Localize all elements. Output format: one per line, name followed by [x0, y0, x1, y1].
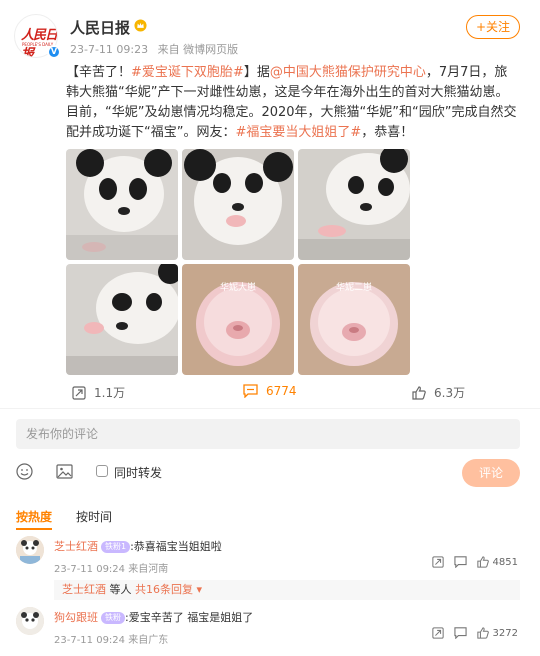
commenter-avatar[interactable] [16, 536, 44, 564]
post-text-part: ，恭喜！ [361, 125, 414, 140]
reply-summary[interactable]: 芝士红酒 等人 共16条回复 ▾ [54, 580, 520, 600]
comment-text: :恭喜福宝当姐姐啦 [130, 540, 222, 553]
comment-location: 来自广东 [128, 635, 169, 646]
hashtag-link[interactable]: #福宝要当大姐姐了# [235, 125, 361, 140]
sort-tabs: 按热度 按时间 [16, 508, 136, 530]
fan-badge: 铁粉1 [101, 541, 131, 553]
divider [0, 408, 540, 416]
commenter-name[interactable]: 芝士红酒 [54, 540, 98, 553]
forward-icon[interactable] [431, 556, 444, 568]
chevron-down-icon: ▾ [193, 583, 203, 596]
more-replies-link[interactable]: 共16条回复 [135, 583, 193, 596]
panda-photo-2[interactable] [182, 149, 294, 260]
thumbs-up-icon[interactable] [476, 556, 489, 568]
forward-checkbox-label: 同时转发 [114, 466, 163, 480]
active-tab-indicator [16, 528, 52, 530]
panda-photo-1[interactable] [66, 149, 178, 260]
comment-button[interactable]: 6774 [243, 384, 297, 398]
verified-icon: V [47, 45, 61, 59]
comment-icon [243, 384, 258, 398]
forward-button[interactable]: 1.1万 [72, 384, 125, 401]
tab-sort-time[interactable]: 按时间 [76, 510, 112, 524]
crown-icon [134, 19, 147, 32]
forward-count: 1.1万 [94, 386, 126, 400]
thumbs-up-icon [412, 385, 426, 400]
comment-location: 来自河南 [128, 564, 169, 575]
mention-link[interactable]: @中国大熊猫保护研究中心 [270, 65, 426, 80]
like-count: 6.3万 [434, 386, 466, 400]
comment-input[interactable]: 发布你的评论 [16, 419, 520, 449]
panda-photo-3[interactable] [298, 149, 410, 260]
comment-actions: 3272 [422, 627, 518, 639]
fan-badge: 铁粉 [101, 612, 125, 624]
emoji-icon[interactable] [16, 463, 33, 480]
reply-summary-text: 等人 [106, 583, 135, 596]
panda-photo-4[interactable] [66, 264, 178, 375]
submit-comment-button[interactable]: 评论 [462, 459, 520, 487]
comment-meta: 23-7-11 09:24 来自广东 [54, 631, 168, 646]
post-source: 来自 微博网页版 [157, 43, 239, 56]
commenter-avatar[interactable] [16, 607, 44, 635]
reply-icon[interactable] [453, 627, 467, 639]
post-text-part: 【辛苦了！ [66, 65, 132, 80]
photo-caption: 华妮二崽 [335, 283, 372, 293]
comment-time: 23-7-11 09:24 [54, 635, 126, 646]
forward-icon[interactable] [431, 627, 444, 639]
comment-text: :爱宝辛苦了 福宝是姐姐了 [125, 611, 254, 624]
image-icon[interactable] [56, 463, 73, 480]
follow-button[interactable]: +关注 [466, 15, 520, 39]
comment-line: 芝士红酒 铁粉1:恭喜福宝当姐姐啦 [54, 538, 222, 554]
forward-icon [72, 385, 86, 400]
post-time[interactable]: 23-7-11 09:23 [70, 43, 148, 56]
like-button[interactable]: 6.3万 [412, 384, 465, 401]
comment-meta: 23-7-11 09:24 来自河南 [54, 560, 168, 575]
comment-actions: 4851 [422, 556, 518, 568]
tab-sort-hot[interactable]: 按热度 [16, 510, 52, 524]
photo-grid: 华妮大崽 华妮二崽 [66, 149, 410, 377]
thumbs-up-icon[interactable] [476, 627, 489, 639]
post-header: 人民日报 PEOPLE'S DAILY V 人民日报 23-7-11 09:23… [12, 14, 528, 59]
comment-like-count: 3272 [492, 627, 518, 639]
reply-author[interactable]: 芝士红酒 [62, 583, 106, 596]
action-bar: 1.1万 6774 6.3万 [0, 378, 540, 408]
comment-line: 狗勾跟班 铁粉:爱宝辛苦了 福宝是姐姐了 [54, 609, 253, 625]
post-text: 【辛苦了！#爱宝诞下双胞胎#】据@中国大熊猫保护研究中心，7月7日，旅韩大熊猫“… [66, 63, 518, 143]
panda-cub-photo-1[interactable]: 华妮大崽 [182, 264, 294, 375]
comment-time: 23-7-11 09:24 [54, 564, 126, 575]
hashtag-link[interactable]: #爱宝诞下双胞胎# [131, 65, 244, 80]
panda-cub-photo-2[interactable]: 华妮二崽 [298, 264, 410, 375]
post-text-part: 】据 [243, 65, 270, 80]
commenter-name[interactable]: 狗勾跟班 [54, 611, 98, 624]
forward-checkbox[interactable] [96, 465, 108, 477]
comment-like-count: 4851 [492, 556, 518, 568]
reply-icon[interactable] [453, 556, 467, 568]
comment-count: 6774 [266, 384, 297, 398]
photo-caption: 华妮大崽 [219, 283, 256, 293]
composer-tools: 同时转发 评论 [16, 459, 520, 487]
post-meta: 23-7-11 09:23 来自 微博网页版 [70, 41, 244, 57]
author-name[interactable]: 人民日报 [70, 17, 130, 38]
